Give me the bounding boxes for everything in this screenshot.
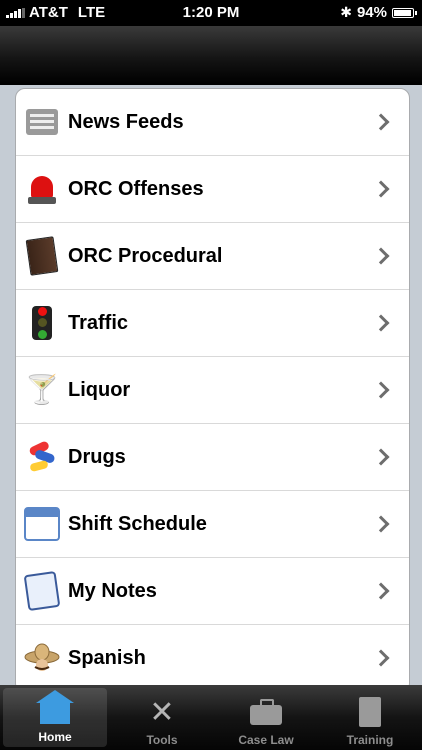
martini-glass-icon: 🍸 [24,374,60,405]
tab-label: Tools [146,733,178,747]
chevron-right-icon [372,180,390,198]
battery-icon [392,7,417,18]
menu-item-label: Spanish [68,646,146,669]
tab-tools[interactable]: ✕ Tools [110,685,214,750]
menu-item-shift-schedule[interactable]: Shift Schedule [16,491,409,558]
book-icon [24,236,60,276]
menu-item-label: ORC Procedural [68,244,223,267]
menu-item-drugs[interactable]: Drugs [16,424,409,491]
siren-icon [24,171,60,207]
tools-icon: ✕ [149,695,175,729]
tab-home[interactable]: Home [3,688,107,747]
chevron-right-icon [372,515,390,533]
status-right: ✱ 94% [340,4,417,21]
bluetooth-icon: ✱ [340,4,352,20]
menu-item-liquor[interactable]: 🍸 Liquor [16,357,409,424]
tab-label: Training [346,733,394,747]
tab-bar: Home ✕ Tools Case Law Training [0,685,422,750]
menu-item-label: Traffic [68,311,129,334]
menu-item-label: ORC Offenses [68,177,204,200]
home-icon [35,690,75,726]
menu-item-label: Liquor [68,378,131,401]
menu-item-orc-offenses[interactable]: ORC Offenses [16,156,409,223]
chevron-right-icon [372,314,390,332]
book-icon [350,695,390,729]
status-bar: AT&T LTE 1:20 PM ✱ 94% [0,0,422,26]
chevron-right-icon [372,247,390,265]
notepad-pencil-icon [23,570,61,612]
chevron-right-icon [372,381,390,399]
chevron-right-icon [372,649,390,667]
chevron-right-icon [372,113,390,131]
menu-item-label: News Feeds [68,110,184,133]
menu-item-spanish[interactable]: Spanish [16,625,409,685]
menu-scroll-area[interactable]: News Feeds ORC Offenses ORC Procedural T… [0,85,422,685]
menu-item-my-notes[interactable]: My Notes [16,558,409,625]
tab-training[interactable]: Training [318,685,422,750]
menu-item-orc-procedural[interactable]: ORC Procedural [16,223,409,290]
battery-percent: 94% [356,4,387,21]
tab-case-law[interactable]: Case Law [214,685,318,750]
navigation-bar [0,26,422,85]
menu-item-news-feeds[interactable]: News Feeds [16,89,409,156]
battery-fill [394,9,411,16]
briefcase-icon [246,695,286,729]
calendar-icon [24,506,60,542]
newspaper-icon [24,104,60,140]
traffic-light-icon [24,305,60,341]
menu-item-label: Shift Schedule [68,512,207,535]
pills-icon [24,439,60,475]
sombrero-icon [24,640,60,676]
menu-item-label: My Notes [68,579,157,602]
chevron-right-icon [372,582,390,600]
menu-item-traffic[interactable]: Traffic [16,290,409,357]
menu-item-label: Drugs [68,445,126,468]
tab-label: Case Law [238,733,294,747]
menu-list: News Feeds ORC Offenses ORC Procedural T… [15,88,410,685]
tab-label: Home [38,730,72,744]
chevron-right-icon [372,448,390,466]
